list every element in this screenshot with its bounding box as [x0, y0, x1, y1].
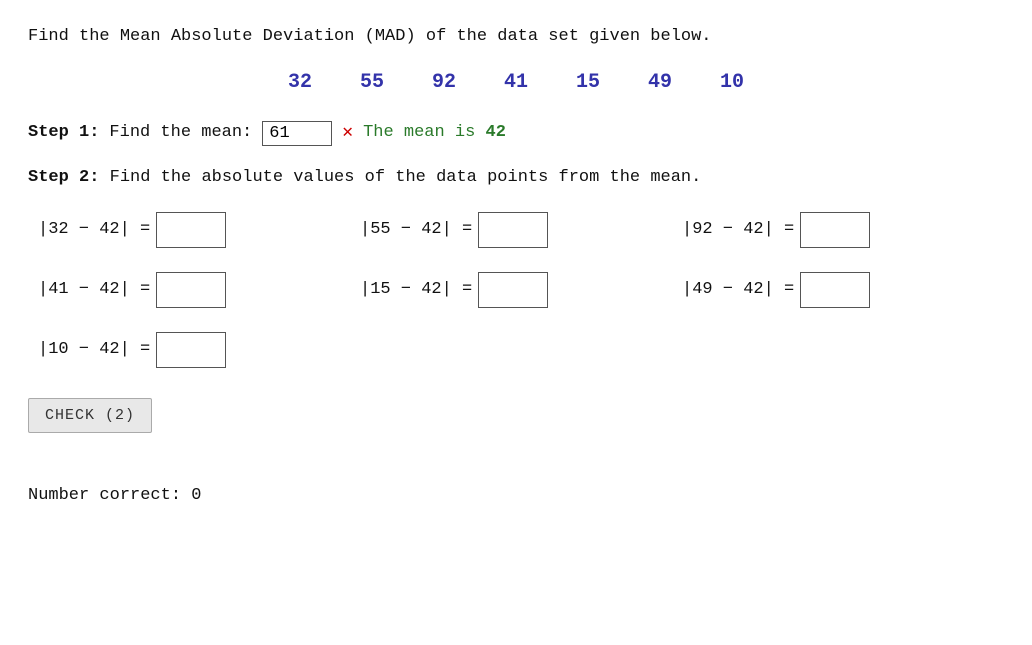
- abs-label-1: |32 − 42| =: [38, 217, 150, 243]
- abs-input-2[interactable]: [478, 212, 548, 248]
- abs-row-6: |49 − 42| =: [682, 272, 1004, 308]
- data-value-7: 10: [720, 68, 744, 98]
- number-correct-label: Number correct: 0: [28, 483, 1004, 509]
- abs-row-2: |55 − 42| =: [360, 212, 682, 248]
- abs-input-5[interactable]: [478, 272, 548, 308]
- check-button[interactable]: CHECK (2): [28, 398, 152, 433]
- step1-input[interactable]: [262, 121, 332, 146]
- abs-input-6[interactable]: [800, 272, 870, 308]
- hint-prefix: The mean is: [363, 123, 485, 142]
- x-mark-icon: ✕: [342, 120, 353, 147]
- abs-row-5: |15 − 42| =: [360, 272, 682, 308]
- step2-text: Find the absolute values of the data poi…: [110, 168, 702, 187]
- abs-row-3: |92 − 42| =: [682, 212, 1004, 248]
- abs-input-1[interactable]: [156, 212, 226, 248]
- data-value-6: 49: [648, 68, 672, 98]
- abs-label-7: |10 − 42| =: [38, 337, 150, 363]
- abs-row-1: |32 − 42| =: [38, 212, 360, 248]
- data-value-5: 15: [576, 68, 600, 98]
- step1-text: Find the mean:: [109, 120, 252, 146]
- data-value-4: 41: [504, 68, 528, 98]
- abs-input-4[interactable]: [156, 272, 226, 308]
- abs-label-5: |15 − 42| =: [360, 277, 472, 303]
- abs-input-3[interactable]: [800, 212, 870, 248]
- abs-value-grid: |32 − 42| = |55 − 42| = |92 − 42| = |41 …: [28, 212, 1004, 368]
- step1-label: Step 1:: [28, 120, 99, 146]
- abs-row-4: |41 − 42| =: [38, 272, 360, 308]
- abs-label-6: |49 − 42| =: [682, 277, 794, 303]
- data-set-row: 32 55 92 41 15 49 10: [28, 68, 1004, 98]
- step2-label: Step 2: Find the absolute values of the …: [28, 165, 1004, 191]
- instructions-text: Find the Mean Absolute Deviation (MAD) o…: [28, 24, 1004, 50]
- abs-label-3: |92 − 42| =: [682, 217, 794, 243]
- abs-label-4: |41 − 42| =: [38, 277, 150, 303]
- step1-row: Step 1: Find the mean: ✕ The mean is 42: [28, 120, 1004, 147]
- data-value-3: 92: [432, 68, 456, 98]
- data-value-2: 55: [360, 68, 384, 98]
- abs-input-7[interactable]: [156, 332, 226, 368]
- hint-text: The mean is 42: [363, 120, 506, 146]
- abs-label-2: |55 − 42| =: [360, 217, 472, 243]
- step2-label-bold: Step 2:: [28, 168, 99, 187]
- hint-bold-value: 42: [486, 123, 506, 142]
- data-value-1: 32: [288, 68, 312, 98]
- abs-row-7: |10 − 42| =: [38, 332, 360, 368]
